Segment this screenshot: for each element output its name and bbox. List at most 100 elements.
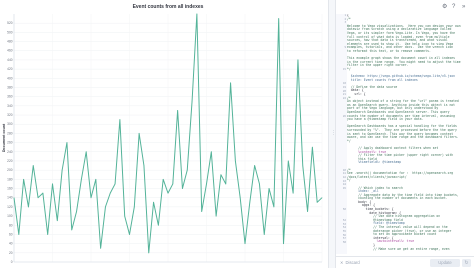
y-tick-label: 80 — [9, 223, 13, 227]
data-point — [18, 234, 20, 235]
data-point — [206, 183, 207, 185]
data-point — [37, 197, 39, 199]
line-number: 3 — [344, 21, 346, 25]
data-point — [196, 13, 198, 15]
editor-footer: ✕ Discard Update ↻ — [336, 256, 474, 269]
data-point — [90, 197, 92, 199]
data-point — [66, 142, 68, 143]
data-point — [71, 229, 73, 231]
collapse-icon[interactable]: » — [462, 3, 465, 11]
data-point — [186, 169, 188, 171]
data-point — [23, 178, 24, 180]
y-tick-label: 200 — [7, 168, 13, 172]
data-point — [52, 183, 53, 185]
data-point — [13, 197, 15, 199]
y-tick-label: 400 — [7, 76, 13, 80]
y-tick-label: 160 — [7, 187, 13, 191]
data-point — [201, 211, 203, 212]
data-point — [114, 183, 116, 185]
y-tick-label: 340 — [7, 104, 13, 108]
y-tick-label: 120 — [7, 205, 13, 209]
data-point — [244, 243, 246, 244]
data-point — [273, 206, 275, 208]
data-point — [292, 192, 294, 194]
data-point — [235, 160, 236, 162]
line-number: 9 — [344, 46, 346, 50]
data-point — [95, 178, 97, 180]
data-point — [119, 119, 121, 120]
y-tick-label: 280 — [7, 131, 13, 135]
data-point — [56, 220, 58, 222]
data-point — [143, 165, 145, 166]
data-point — [215, 215, 217, 217]
y-tick-label: 220 — [7, 159, 13, 163]
refresh-icon[interactable]: ↻ — [462, 259, 471, 267]
data-point — [124, 215, 126, 217]
data-point — [254, 165, 255, 166]
data-point — [105, 206, 106, 208]
data-point — [321, 197, 323, 199]
line-number: 26 — [342, 114, 346, 118]
y-tick-label: 20 — [9, 251, 13, 255]
y-tick-label: 100 — [7, 214, 13, 218]
y-tick-label: 60 — [9, 232, 13, 236]
data-point — [172, 183, 174, 185]
data-point — [191, 100, 193, 102]
data-point — [61, 169, 63, 171]
close-icon: ✕ — [340, 260, 344, 265]
line-number: 15 — [342, 68, 346, 71]
data-point — [230, 82, 231, 84]
data-point — [81, 178, 82, 180]
chart-title: Event counts from all indexes — [133, 4, 204, 10]
y-tick-label: 240 — [7, 150, 13, 154]
data-point — [76, 211, 77, 212]
data-point — [167, 192, 169, 194]
discard-button[interactable]: ✕ Discard — [340, 259, 360, 267]
data-point — [42, 192, 44, 194]
y-tick-label: 500 — [7, 30, 13, 34]
line-number: 58 — [342, 240, 346, 244]
line-number: 22 — [342, 96, 346, 100]
y-tick-label: 520 — [7, 21, 13, 25]
editor-toolbar: ⚙ ? » — [336, 0, 474, 14]
y-tick-label: 40 — [9, 242, 13, 246]
y-tick-label: 440 — [7, 58, 13, 62]
data-point — [297, 59, 299, 61]
wrench-icon[interactable]: ⚙ — [442, 3, 447, 11]
data-point — [283, 243, 284, 244]
y-tick-label: 180 — [7, 177, 13, 181]
y-tick-label: 460 — [7, 49, 13, 53]
data-point — [287, 160, 289, 162]
data-point — [32, 165, 34, 166]
data-point — [100, 247, 101, 249]
data-point — [312, 146, 313, 148]
data-point — [302, 165, 304, 166]
data-point — [220, 174, 222, 176]
spec-editor[interactable]: ⚙ ? » 1 2 3 9 15 18 19 20 21 22 26 40 41 42 43 44 45 50 52… — [336, 0, 474, 268]
data-point — [85, 151, 87, 153]
data-point — [210, 151, 212, 153]
panel-splitter[interactable]: ⋮ — [328, 0, 336, 268]
y-tick-label: 480 — [7, 40, 13, 44]
data-point — [162, 178, 164, 180]
y-tick-label: 140 — [7, 196, 13, 200]
data-point — [158, 224, 159, 226]
data-point — [129, 234, 130, 235]
line-number-gutter: 1 2 3 9 15 18 19 20 21 22 26 40 41 42 43 44 45 50 52 53 54 55… — [336, 14, 347, 254]
data-point — [47, 234, 49, 235]
line-chart: Event counts from all indexes 0 20 40 60 80 10… — [2, 4, 323, 264]
data-point — [307, 211, 308, 212]
splitter-grip-icon: ⋮ — [331, 130, 336, 136]
data-point — [153, 201, 154, 203]
data-point — [148, 252, 150, 254]
code-line: // Make sure we get an entire range, eve… — [347, 246, 450, 251]
data-point — [249, 201, 251, 203]
data-point — [263, 234, 265, 235]
code-area[interactable]: {/* Welcome to Vega visualizations. Here … — [347, 14, 472, 254]
update-button[interactable]: Update — [430, 259, 460, 267]
data-point — [278, 18, 280, 19]
help-icon[interactable]: ? — [452, 3, 455, 11]
y-tick-label: 260 — [7, 141, 13, 145]
data-point — [177, 110, 178, 111]
y-tick-label: 420 — [7, 67, 13, 71]
